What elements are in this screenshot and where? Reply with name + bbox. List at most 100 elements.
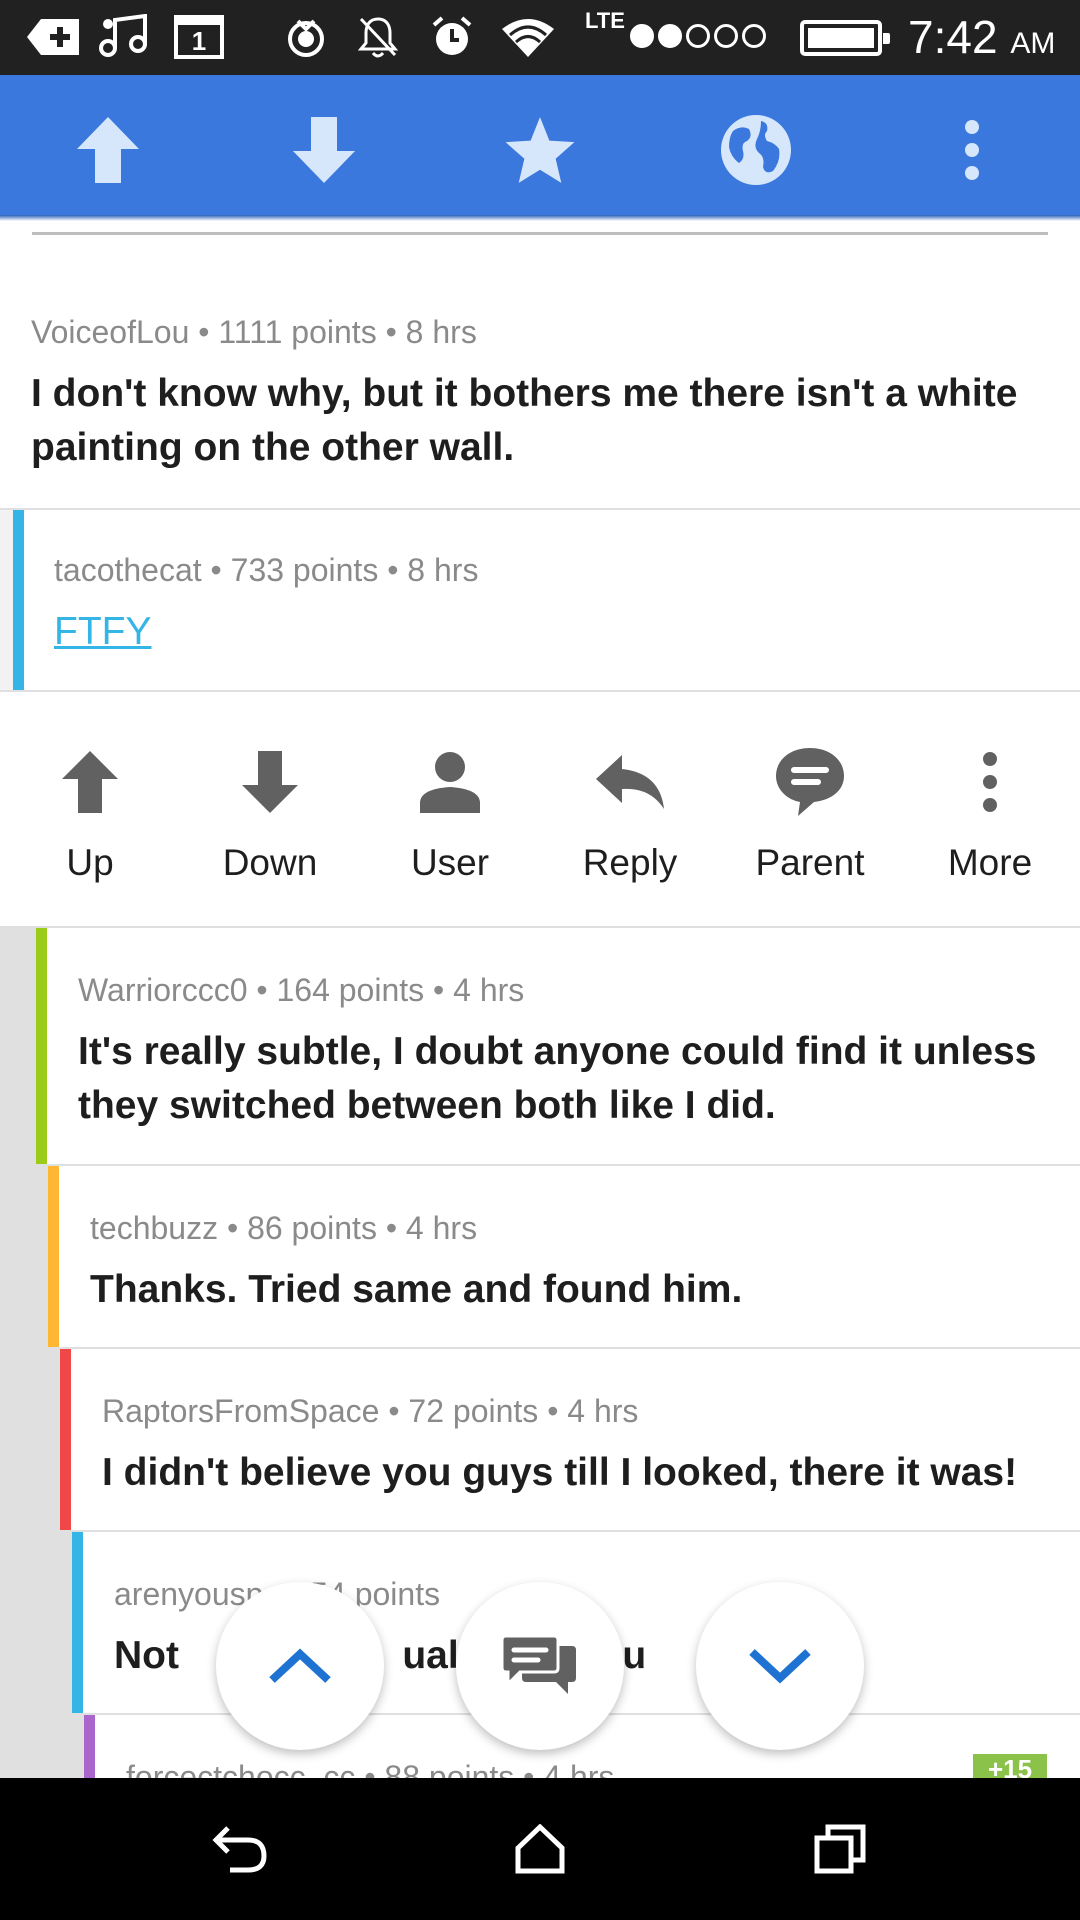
separator: •	[433, 972, 445, 1008]
action-label: User	[410, 842, 490, 883]
comment-meta: tacothecat • 733 points • 8 hrs	[54, 552, 478, 589]
comment-body: I don't know why, but it bothers me ther…	[31, 372, 1018, 469]
downvote-icon	[242, 751, 298, 813]
comment-body: It's really subtle, I doubt anyone could…	[78, 1030, 1037, 1127]
signal-icon	[630, 24, 766, 48]
comment[interactable]: Warriorccc0 • 164 points • 4 hrs It's re…	[36, 928, 1080, 1166]
comment[interactable]: techbuzz • 86 points • 4 hrs Thanks. Tri…	[48, 1166, 1080, 1349]
save-button[interactable]	[490, 105, 590, 195]
divider	[32, 232, 1048, 235]
more-icon	[983, 752, 997, 812]
comment-actions: Up Down User Reply Parent More	[0, 692, 1080, 928]
comment-age: 8 hrs	[407, 552, 479, 588]
action-label: Parent	[755, 842, 865, 883]
calendar-icon: 1	[172, 14, 226, 60]
battery-icon	[800, 20, 890, 56]
comment-age: 8 hrs	[405, 314, 477, 350]
comment-points: 72 points	[408, 1393, 539, 1429]
parent-comment-icon	[776, 748, 844, 816]
scroll-down-button[interactable]	[696, 1582, 864, 1750]
action-label: More	[947, 842, 1033, 883]
scroll-down-icon	[749, 1649, 811, 1684]
app-icon	[282, 14, 330, 60]
depth-bar	[60, 1349, 71, 1530]
music-icon	[98, 14, 154, 60]
separator: •	[198, 314, 210, 350]
action-down[interactable]: Down	[185, 742, 355, 892]
comment-body: I didn't believe you guys till I looked,…	[102, 1451, 1018, 1494]
upvote-icon	[62, 751, 118, 813]
comment-body: FTFY	[54, 605, 151, 659]
notifications-off-icon	[354, 14, 402, 60]
home-icon	[515, 1824, 565, 1874]
depth-bar	[48, 1166, 59, 1347]
comment-author[interactable]: tacothecat	[54, 552, 202, 588]
back-icon	[212, 1826, 267, 1873]
globe-icon	[721, 115, 791, 185]
separator: •	[388, 1393, 400, 1429]
clock-time: 7:42	[908, 11, 998, 63]
comment-points: 164 points	[276, 972, 425, 1008]
top-toolbar	[0, 75, 1080, 215]
action-up[interactable]: Up	[5, 742, 175, 892]
home-button[interactable]	[495, 1814, 585, 1884]
action-parent[interactable]: Parent	[725, 742, 895, 892]
recents-button[interactable]	[795, 1814, 885, 1884]
comment-author[interactable]: techbuzz	[90, 1210, 218, 1246]
status-bar: 1 LTE 7:42 AM	[0, 0, 1080, 75]
comment-author[interactable]: Warriorccc0	[78, 972, 247, 1008]
calendar-day: 1	[191, 26, 207, 56]
action-label: Up	[66, 842, 114, 883]
comments-button[interactable]	[456, 1582, 624, 1750]
comment[interactable]: RaptorsFromSpace • 72 points • 4 hrs I d…	[60, 1349, 1080, 1532]
comment-points: 733 points	[230, 552, 379, 588]
comment-body: Thanks. Tried same and found him.	[90, 1268, 743, 1311]
user-icon	[420, 752, 480, 813]
comment-points: 86 points	[247, 1210, 377, 1246]
overflow-menu-icon	[965, 120, 979, 180]
comment-age: 4 hrs	[405, 1210, 478, 1246]
depth-bar	[72, 1532, 83, 1713]
alarm-icon	[428, 14, 476, 60]
comment-meta: techbuzz • 86 points • 4 hrs	[90, 1210, 477, 1247]
separator: •	[210, 552, 222, 588]
action-more[interactable]: More	[905, 742, 1075, 892]
separator: •	[256, 972, 268, 1008]
network-type: LTE	[585, 8, 625, 33]
clock: 7:42 AM	[908, 10, 1055, 64]
scroll-up-button[interactable]	[216, 1582, 384, 1750]
comments-icon	[502, 1634, 576, 1694]
action-user[interactable]: User	[365, 742, 535, 892]
separator: •	[387, 552, 399, 588]
downvote-button[interactable]	[274, 105, 374, 195]
comment-author[interactable]: RaptorsFromSpace	[102, 1393, 379, 1429]
scroll-up-icon	[269, 1648, 331, 1683]
wifi-icon	[500, 14, 556, 60]
star-icon	[505, 117, 575, 183]
comment-age: 4 hrs	[453, 972, 525, 1008]
back-button[interactable]	[195, 1814, 285, 1884]
separator: •	[385, 1210, 398, 1246]
clock-ampm: AM	[1010, 27, 1056, 60]
upvote-button[interactable]	[58, 105, 158, 195]
comment[interactable]: VoiceofLou • 1111 points • 8 hrs I don't…	[0, 290, 1080, 510]
indent-gutter	[0, 510, 13, 690]
comment-link[interactable]: FTFY	[54, 610, 151, 653]
upvote-icon	[77, 117, 139, 183]
overflow-menu-button[interactable]	[922, 105, 1022, 195]
add-icon	[25, 14, 81, 60]
action-label: Reply	[582, 842, 678, 883]
comment-meta: VoiceofLou • 1111 points • 8 hrs	[31, 314, 477, 351]
navigation-bar	[0, 1778, 1080, 1920]
comment-points: 1111 points	[218, 314, 377, 350]
comment-author[interactable]: VoiceofLou	[31, 314, 189, 350]
comment-meta: Warriorccc0 • 164 points • 4 hrs	[78, 972, 524, 1009]
score-badge: +15	[973, 1754, 1047, 1778]
recents-icon	[814, 1824, 866, 1874]
comment[interactable]: tacothecat • 733 points • 8 hrs FTFY	[0, 510, 1080, 692]
downvote-icon	[293, 117, 355, 183]
depth-bar	[13, 510, 24, 690]
action-reply[interactable]: Reply	[545, 742, 715, 892]
toolbar-shadow	[0, 215, 1080, 221]
open-browser-button[interactable]	[706, 105, 806, 195]
